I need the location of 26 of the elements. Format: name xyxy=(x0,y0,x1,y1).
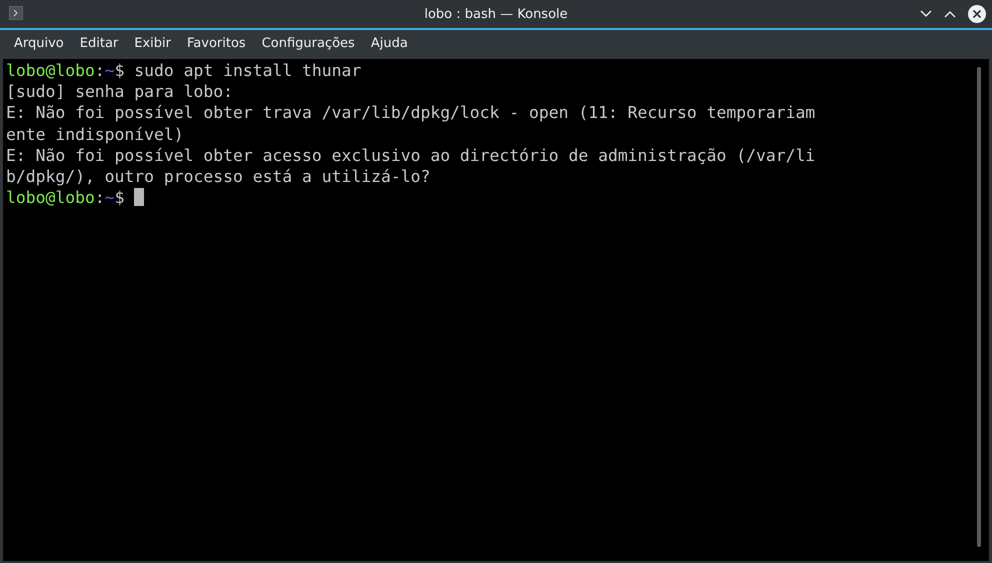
command-text: sudo apt install thunar xyxy=(133,61,362,80)
output-line: b/dpkg/), outro processo está a utilizá-lo? xyxy=(6,166,430,186)
menu-item[interactable]: Exibir xyxy=(126,34,179,54)
prompt-user-host: lobo@lobo xyxy=(6,188,95,208)
menu-item[interactable]: Ajuda xyxy=(362,34,416,54)
close-icon[interactable] xyxy=(968,5,986,23)
menu-item[interactable]: Configurações xyxy=(254,34,363,54)
output-line: [sudo] senha para lobo: xyxy=(6,82,233,102)
window-title: lobo : bash — Konsole xyxy=(424,6,568,22)
prompt-user-host: lobo@lobo xyxy=(6,61,95,80)
minimize-icon[interactable] xyxy=(920,10,932,18)
menu-item[interactable]: Arquivo xyxy=(6,34,72,54)
prompt-path: ~ xyxy=(104,188,115,208)
output-line: ente indisponível) xyxy=(6,124,184,144)
maximize-icon[interactable] xyxy=(944,10,956,18)
scrollbar[interactable] xyxy=(977,67,981,547)
menu-item[interactable]: Favoritos xyxy=(179,34,254,54)
output-line: E: Não foi possível obter acesso exclusivo ao directório de administração (/var/li xyxy=(6,146,816,165)
output-line: E: Não foi possível obter trava /var/lib/dpkg/lock - open (11: Recurso temporariam xyxy=(6,103,816,122)
prompt-symbol: $ xyxy=(114,188,124,208)
terminal-icon xyxy=(9,6,23,20)
prompt-separator: : xyxy=(94,61,105,80)
menu-item[interactable]: Editar xyxy=(72,34,126,54)
prompt-path: ~ xyxy=(104,61,115,80)
prompt-separator: : xyxy=(94,188,105,208)
prompt-symbol: $ xyxy=(114,61,124,80)
